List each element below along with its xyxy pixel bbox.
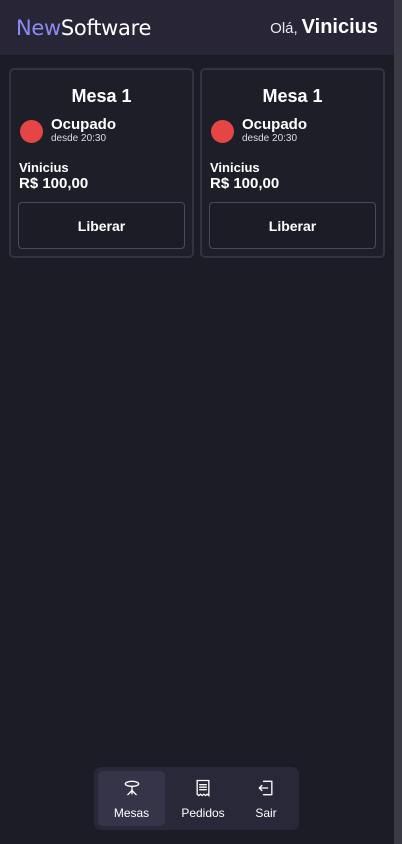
- nav-item-sair[interactable]: Sair: [241, 771, 291, 826]
- release-button[interactable]: Liberar: [18, 202, 185, 249]
- nav-item-mesas[interactable]: Mesas: [98, 771, 165, 826]
- scrollbar[interactable]: [394, 0, 402, 844]
- table-card: Mesa 1 Ocupado desde 20:30 Vinicius R$ 1…: [200, 68, 385, 258]
- table-card: Mesa 1 Ocupado desde 20:30 Vinicius R$ 1…: [9, 68, 194, 258]
- table-title: Mesa 1: [262, 86, 323, 106]
- brand-logo: NewSoftware: [16, 16, 151, 40]
- app-header: NewSoftware Olá, Vinicius: [0, 0, 394, 55]
- nav-label-pedidos: Pedidos: [181, 805, 225, 820]
- nav-item-pedidos[interactable]: Pedidos: [165, 771, 241, 826]
- nav-label-sair: Sair: [255, 805, 277, 820]
- table-status: Ocupado desde 20:30: [210, 117, 375, 145]
- receipt-icon: [193, 778, 213, 801]
- logout-icon: [256, 778, 276, 801]
- table-status: Ocupado desde 20:30: [19, 117, 184, 145]
- greeting-text: Olá,: [270, 20, 298, 37]
- table-amount: R$ 100,00: [210, 175, 280, 192]
- bottom-nav: Mesas Pedidos Sair: [94, 767, 299, 830]
- status-label: Ocupado: [51, 116, 117, 133]
- table-amount: R$ 100,00: [19, 175, 89, 192]
- release-button[interactable]: Liberar: [209, 202, 376, 249]
- user-name: Vinicius: [301, 16, 378, 38]
- user-greeting: Olá, Vinicius: [270, 16, 378, 39]
- nav-label-mesas: Mesas: [113, 805, 150, 820]
- status-indicator: [211, 119, 234, 143]
- status-label: Ocupado: [242, 116, 308, 133]
- client-name: Vinicius: [210, 160, 260, 175]
- status-since: desde 20:30: [51, 133, 107, 144]
- client-name: Vinicius: [19, 160, 69, 175]
- brand-new: New: [16, 15, 61, 40]
- brand-software: Software: [60, 15, 152, 40]
- table-icon: [122, 778, 142, 801]
- status-since: desde 20:30: [242, 133, 298, 144]
- status-indicator: [20, 119, 43, 143]
- table-title: Mesa 1: [71, 86, 132, 106]
- tables-grid: Mesa 1 Ocupado desde 20:30 Vinicius R$ 1…: [9, 68, 385, 258]
